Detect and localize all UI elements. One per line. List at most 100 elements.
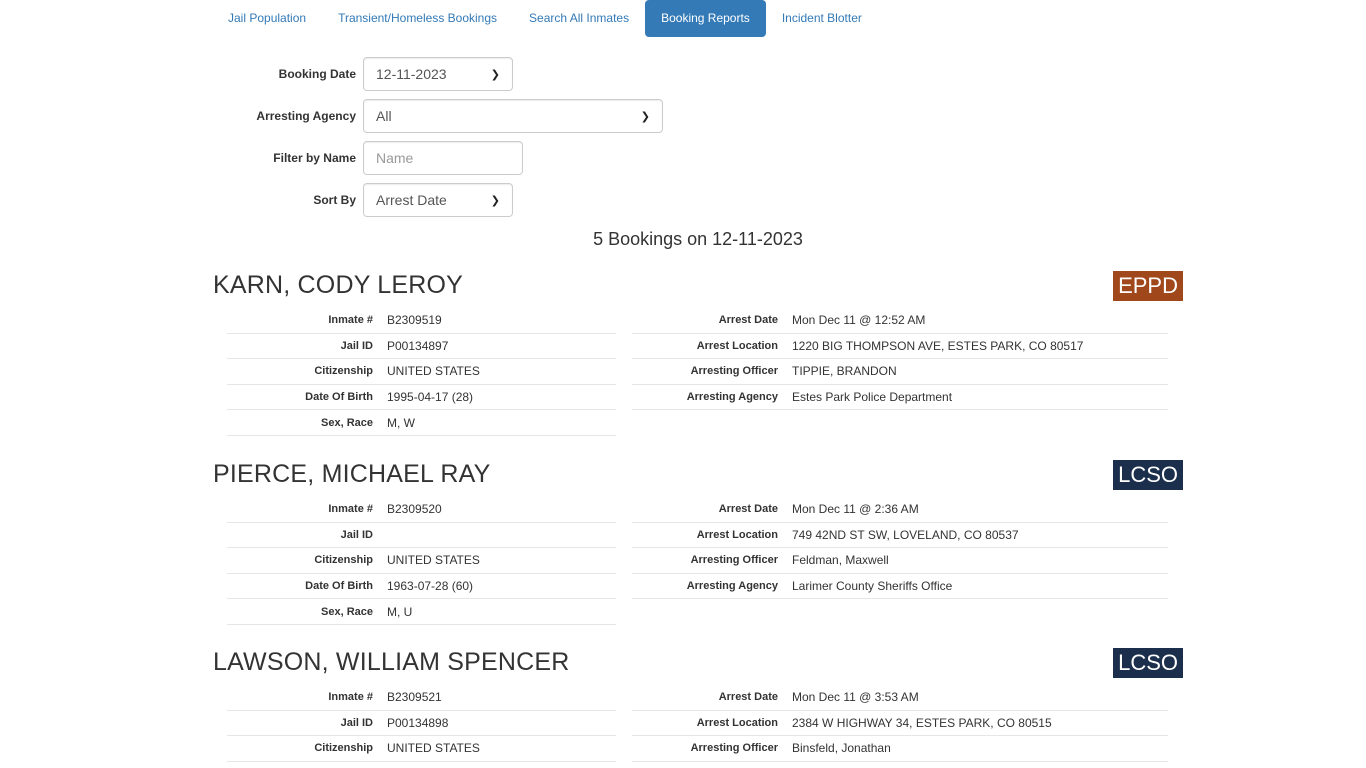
citizenship-label: Citizenship: [314, 742, 373, 755]
tab-incident-blotter[interactable]: Incident Blotter: [766, 0, 878, 37]
citizenship-value: UNITED STATES: [387, 741, 480, 756]
arresting-agency-label: Arresting Agency: [686, 391, 778, 404]
dob-label: Date Of Birth: [305, 580, 373, 593]
arrest-date-label: Arrest Date: [718, 503, 778, 516]
table-row: Arresting Officer Binsfeld, Jonathan: [632, 736, 1168, 762]
sort-by-label: Sort By: [313, 193, 356, 207]
inmate-number-value: B2309520: [387, 502, 442, 517]
table-row: Date Of Birth 1963-07-28 (60): [227, 574, 616, 600]
arresting-agency-label: Arresting Agency: [686, 580, 778, 593]
arrest-location-label: Arrest Location: [696, 528, 778, 541]
arrest-location-label: Arrest Location: [696, 716, 778, 729]
arresting-officer-label: Arresting Officer: [690, 554, 778, 567]
dob-label: Date Of Birth: [305, 391, 373, 404]
tab-jail-population[interactable]: Jail Population: [212, 0, 322, 37]
tab-search-all-inmates[interactable]: Search All Inmates: [513, 0, 645, 37]
table-row: Citizenship UNITED STATES: [227, 359, 616, 385]
citizenship-label: Citizenship: [314, 365, 373, 378]
table-row: Arresting Officer TIPPIE, BRANDON: [632, 359, 1168, 385]
sort-by-select[interactable]: Arrest Date ❯: [363, 183, 513, 217]
sex-race-value: M, W: [387, 415, 415, 430]
arresting-agency-value: Estes Park Police Department: [792, 390, 953, 405]
arrest-date-value: Mon Dec 11 @ 12:52 AM: [792, 313, 926, 328]
table-row: Arrest Location 749 42ND ST SW, LOVELAND,…: [632, 523, 1168, 549]
agency-badge: LCSO: [1113, 648, 1183, 678]
inmate-name: PIERCE, MICHAEL RAY: [213, 460, 491, 488]
table-row: Arrest Date Mon Dec 11 @ 12:52 AM: [632, 308, 1168, 334]
table-row: Inmate # B2309519: [227, 308, 616, 334]
chevron-down-icon: ❯: [490, 194, 500, 207]
inmate-number-value: B2309519: [387, 313, 442, 328]
arrest-date-label: Arrest Date: [718, 691, 778, 704]
table-row: Arrest Location 2384 W HIGHWAY 34, ESTES …: [632, 711, 1168, 737]
arrest-location-value: 1220 BIG THOMPSON AVE, ESTES PARK, CO 80…: [792, 338, 1084, 353]
bookings-summary: 5 Bookings on 12-11-2023: [593, 229, 803, 249]
table-row: Arrest Date Mon Dec 11 @ 2:36 AM: [632, 497, 1168, 523]
arrest-details-table: Arrest Date Mon Dec 11 @ 2:36 AM Arrest L…: [632, 497, 1168, 600]
inmate-details-table: Inmate # B2309520 Jail ID Citizenship UNIT…: [227, 497, 616, 625]
sex-race-label: Sex, Race: [321, 605, 373, 618]
table-row: Inmate # B2309521: [227, 685, 616, 711]
booking-card: LAWSON, WILLIAM SPENCER LCSO Inmate # B23…: [213, 648, 1183, 768]
citizenship-label: Citizenship: [314, 554, 373, 567]
booking-date-value: 12-11-2023: [376, 66, 447, 82]
arrest-details-table: Arrest Date Mon Dec 11 @ 3:53 AM Arrest L…: [632, 685, 1168, 762]
jail-id-label: Jail ID: [340, 339, 373, 352]
dob-value: 1995-04-17 (28): [387, 390, 474, 405]
booking-date-select[interactable]: 12-11-2023 ❯: [363, 57, 513, 91]
sex-race-value: M, U: [387, 604, 413, 619]
jail-id-value: P00134898: [387, 715, 449, 730]
sort-by-value: Arrest Date: [376, 192, 447, 208]
arresting-agency-label: Arresting Agency: [256, 109, 356, 123]
chevron-down-icon: ❯: [640, 110, 650, 123]
table-row: Arresting Agency Estes Park Police Depart…: [632, 385, 1168, 411]
table-row: Sex, Race M, U: [227, 599, 616, 625]
inmate-number-value: B2309521: [387, 690, 442, 705]
jail-id-label: Jail ID: [340, 716, 373, 729]
table-row: Date Of Birth 1995-04-17 (28): [227, 385, 616, 411]
agency-badge: EPPD: [1113, 271, 1183, 301]
table-row: Inmate # B2309520: [227, 497, 616, 523]
table-row: Citizenship UNITED STATES: [227, 548, 616, 574]
inmate-number-label: Inmate #: [328, 314, 373, 327]
nav-tabs: Jail Population Transient/Homeless Booki…: [212, 0, 878, 37]
dob-value: 1963-07-28 (60): [387, 579, 474, 594]
table-row: Jail ID P00134897: [227, 334, 616, 360]
arresting-agency-select[interactable]: All ❯: [363, 99, 663, 133]
arresting-officer-value: Binsfeld, Jonathan: [792, 741, 891, 756]
table-row: Citizenship UNITED STATES: [227, 736, 616, 762]
arresting-officer-label: Arresting Officer: [690, 742, 778, 755]
inmate-details-table: Inmate # B2309519 Jail ID P00134897 Citize…: [227, 308, 616, 436]
arrest-location-value: 749 42ND ST SW, LOVELAND, CO 80537: [792, 527, 1019, 542]
arrest-location-value: 2384 W HIGHWAY 34, ESTES PARK, CO 80515: [792, 715, 1052, 730]
tab-transient-homeless-bookings[interactable]: Transient/Homeless Bookings: [322, 0, 513, 37]
name-filter-input[interactable]: Name: [363, 141, 523, 175]
inmate-details-table: Inmate # B2309521 Jail ID P00134898 Citize…: [227, 685, 616, 762]
tab-booking-reports[interactable]: Booking Reports: [645, 0, 766, 37]
name-filter-placeholder: Name: [376, 150, 414, 166]
jail-id-label: Jail ID: [340, 528, 373, 541]
table-row: Jail ID P00134898: [227, 711, 616, 737]
arrest-date-label: Arrest Date: [718, 314, 778, 327]
table-row: Arrest Location 1220 BIG THOMPSON AVE, ES…: [632, 334, 1168, 360]
arresting-officer-value: TIPPIE, BRANDON: [792, 364, 897, 379]
filter-name-label: Filter by Name: [273, 151, 356, 165]
citizenship-value: UNITED STATES: [387, 364, 480, 379]
arresting-agency-value: All: [376, 108, 392, 124]
agency-badge: LCSO: [1113, 460, 1183, 490]
jail-id-value: P00134897: [387, 338, 449, 353]
sex-race-label: Sex, Race: [321, 416, 373, 429]
sort-by-row: Sort By Arrest Date ❯: [212, 183, 513, 217]
arresting-agency-row: Arresting Agency All ❯: [212, 99, 663, 133]
table-row: Arrest Date Mon Dec 11 @ 3:53 AM: [632, 685, 1168, 711]
inmate-name: LAWSON, WILLIAM SPENCER: [213, 648, 570, 676]
booking-date-label: Booking Date: [278, 67, 356, 81]
inmate-number-label: Inmate #: [328, 503, 373, 516]
arrest-location-label: Arrest Location: [696, 339, 778, 352]
arrest-date-value: Mon Dec 11 @ 3:53 AM: [792, 690, 919, 705]
arresting-officer-label: Arresting Officer: [690, 365, 778, 378]
booking-reports-page: Jail Population Transient/Homeless Booki…: [0, 0, 1366, 768]
arresting-officer-value: Feldman, Maxwell: [792, 553, 889, 568]
table-row: Jail ID: [227, 523, 616, 549]
citizenship-value: UNITED STATES: [387, 553, 480, 568]
